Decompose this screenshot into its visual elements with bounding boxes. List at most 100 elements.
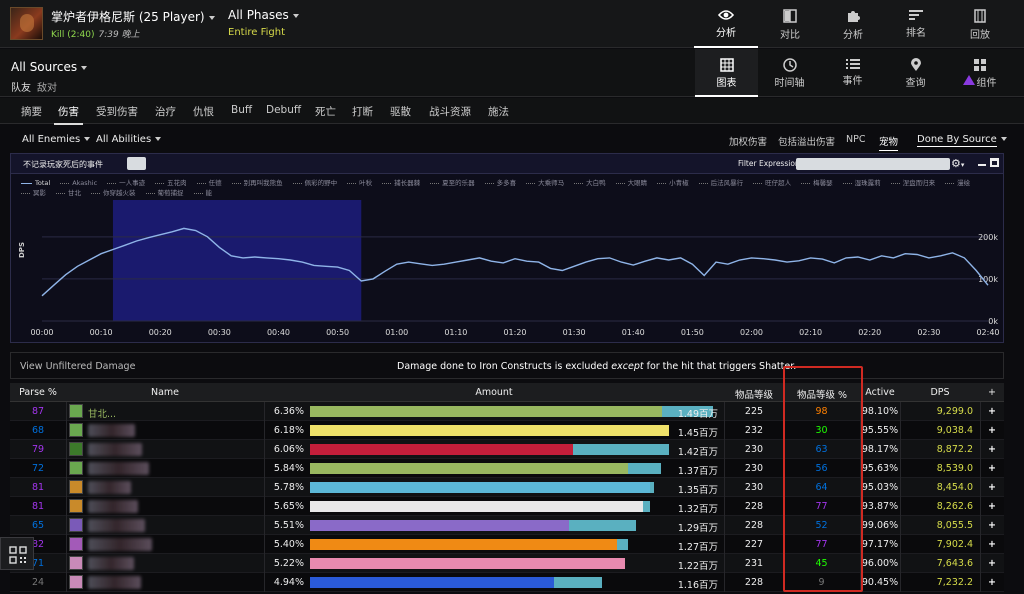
view-unfiltered-link[interactable]: View Unfiltered Damage bbox=[20, 361, 135, 372]
metric-tabs: 摘要 伤害 受到伤害 治疗 仇恨 Buff Debuff 死亡 打断 驱散 战斗… bbox=[0, 98, 1024, 125]
tab-buffs[interactable]: Buff bbox=[231, 104, 252, 116]
x-tick-label: 01:20 bbox=[503, 328, 526, 337]
side-toggle: 队友 敌对 bbox=[11, 79, 57, 94]
expand-button[interactable]: + bbox=[982, 520, 1002, 531]
expand-button[interactable]: + bbox=[982, 444, 1002, 455]
x-tick-label: 00:40 bbox=[267, 328, 290, 337]
col-item-level[interactable]: 物品等级 bbox=[724, 387, 784, 401]
expand-button[interactable]: + bbox=[982, 482, 1002, 493]
player-name-redacted[interactable] bbox=[88, 576, 141, 589]
column-divider bbox=[66, 497, 67, 516]
column-divider bbox=[66, 573, 67, 592]
selection-range[interactable] bbox=[112, 200, 362, 321]
done-by-dropdown[interactable]: Done By Source bbox=[917, 134, 1007, 147]
player-name-redacted[interactable] bbox=[88, 462, 149, 475]
player-name-redacted[interactable] bbox=[88, 519, 145, 532]
tab-dispels[interactable]: 驱散 bbox=[390, 104, 411, 119]
player-name-redacted[interactable] bbox=[88, 443, 142, 456]
view-table[interactable]: 图表 bbox=[695, 49, 758, 97]
view-events[interactable]: 事件 bbox=[821, 49, 884, 97]
dps-line-chart[interactable]: 0k100k200k00:00 00:10 00:20 00:30 00:40 00:50… bbox=[11, 154, 1003, 342]
filter-weighted-damage[interactable]: 加权伤害 bbox=[729, 134, 767, 148]
enemies-dropdown[interactable]: All Enemies bbox=[22, 134, 91, 145]
player-name-redacted[interactable] bbox=[88, 557, 134, 570]
chevron-down-icon bbox=[155, 137, 162, 141]
sources-selector[interactable]: All Sources bbox=[11, 60, 88, 74]
eye-icon bbox=[718, 10, 734, 20]
boss-selector[interactable]: 掌炉者伊格尼斯 (25 Player) bbox=[51, 8, 215, 25]
source-bar: All Sources 队友 敌对 图表 时间轴 事件 查询 组件 bbox=[0, 49, 1024, 97]
x-tick-label: 01:10 bbox=[444, 328, 467, 337]
item-level: 225 bbox=[744, 406, 764, 417]
col-active[interactable]: Active bbox=[860, 387, 900, 398]
expand-button[interactable]: + bbox=[982, 558, 1002, 569]
phase-selector[interactable]: All Phases bbox=[228, 8, 299, 22]
column-divider bbox=[66, 516, 67, 535]
player-name-redacted[interactable] bbox=[88, 538, 152, 551]
expand-button[interactable]: + bbox=[982, 463, 1002, 474]
col-amount[interactable]: Amount bbox=[264, 387, 724, 398]
tab-summary[interactable]: 摘要 bbox=[21, 104, 42, 119]
nav-analyze-2[interactable]: 分析 bbox=[821, 0, 885, 48]
damage-bar bbox=[310, 482, 651, 493]
filter-overkill[interactable]: 包括溢出伤害 bbox=[778, 134, 835, 148]
item-level: 232 bbox=[744, 425, 764, 436]
tab-damage[interactable]: 伤害 bbox=[54, 104, 83, 125]
damage-amount: 1.45百万 bbox=[677, 428, 718, 439]
damage-percent: 5.84% bbox=[273, 463, 304, 474]
class-spec-icon bbox=[69, 480, 83, 494]
player-name[interactable]: 甘北... bbox=[88, 406, 116, 420]
view-timeline[interactable]: 时间轴 bbox=[758, 49, 821, 97]
player-name-redacted[interactable] bbox=[88, 481, 131, 494]
tab-deaths[interactable]: 死亡 bbox=[315, 104, 336, 119]
rankings-icon bbox=[909, 10, 923, 20]
y-tick-label: 200k bbox=[978, 233, 998, 242]
friendly-link[interactable]: 队友 bbox=[11, 83, 31, 94]
dps-value: 9,299.0 bbox=[936, 406, 973, 417]
tab-healing[interactable]: 治疗 bbox=[155, 104, 176, 119]
active-percent: 97.17% bbox=[861, 539, 899, 550]
col-add[interactable]: + bbox=[980, 387, 1004, 398]
tab-damage-taken[interactable]: 受到伤害 bbox=[96, 104, 138, 119]
qr-code-button[interactable] bbox=[0, 537, 34, 570]
tab-resources[interactable]: 战斗资源 bbox=[429, 104, 471, 119]
column-divider bbox=[980, 459, 981, 478]
tab-debuffs[interactable]: Debuff bbox=[266, 104, 301, 116]
x-tick-label: 01:30 bbox=[563, 328, 586, 337]
view-query[interactable]: 查询 bbox=[884, 49, 947, 97]
item-level: 230 bbox=[744, 482, 764, 493]
view-components[interactable]: 组件 bbox=[948, 49, 1011, 97]
col-name[interactable]: Name bbox=[66, 387, 264, 398]
expand-button[interactable]: + bbox=[982, 501, 1002, 512]
expand-button[interactable]: + bbox=[982, 577, 1002, 588]
dps-value: 8,454.0 bbox=[936, 482, 973, 493]
tab-interrupts[interactable]: 打断 bbox=[352, 104, 373, 119]
nav-compare[interactable]: 对比 bbox=[758, 0, 822, 48]
filter-pets[interactable]: 宠物 bbox=[879, 134, 899, 151]
col-parse[interactable]: Parse % bbox=[10, 387, 66, 398]
nav-replay[interactable]: 回放 bbox=[948, 0, 1012, 48]
enemy-link[interactable]: 敌对 bbox=[37, 83, 57, 94]
x-tick-label: 01:00 bbox=[385, 328, 408, 337]
dps-value: 8,055.5 bbox=[936, 520, 973, 531]
player-name-redacted[interactable] bbox=[88, 500, 138, 513]
tab-threat[interactable]: 仇恨 bbox=[193, 104, 214, 119]
kill-label: Kill (2:40) bbox=[51, 30, 95, 40]
player-name-redacted[interactable] bbox=[88, 424, 135, 437]
x-tick-label: 00:10 bbox=[90, 328, 113, 337]
tab-casts[interactable]: 施法 bbox=[488, 104, 509, 119]
class-spec-icon bbox=[69, 442, 83, 456]
damage-bar bbox=[310, 406, 662, 417]
expand-button[interactable]: + bbox=[982, 425, 1002, 436]
nav-rankings[interactable]: 排名 bbox=[884, 0, 948, 48]
expand-button[interactable]: + bbox=[982, 539, 1002, 550]
col-dps[interactable]: DPS bbox=[900, 387, 980, 398]
nav-analyze[interactable]: 分析 bbox=[694, 0, 758, 48]
expand-button[interactable]: + bbox=[982, 406, 1002, 417]
x-tick-label: 02:20 bbox=[858, 328, 881, 337]
column-divider bbox=[980, 478, 981, 497]
abilities-dropdown[interactable]: All Abilities bbox=[96, 134, 162, 145]
filter-bar: All Enemies All Abilities 加权伤害 包括溢出伤害 NP… bbox=[0, 126, 1024, 152]
dps-value: 9,038.4 bbox=[936, 425, 973, 436]
filter-npc[interactable]: NPC bbox=[846, 134, 865, 145]
